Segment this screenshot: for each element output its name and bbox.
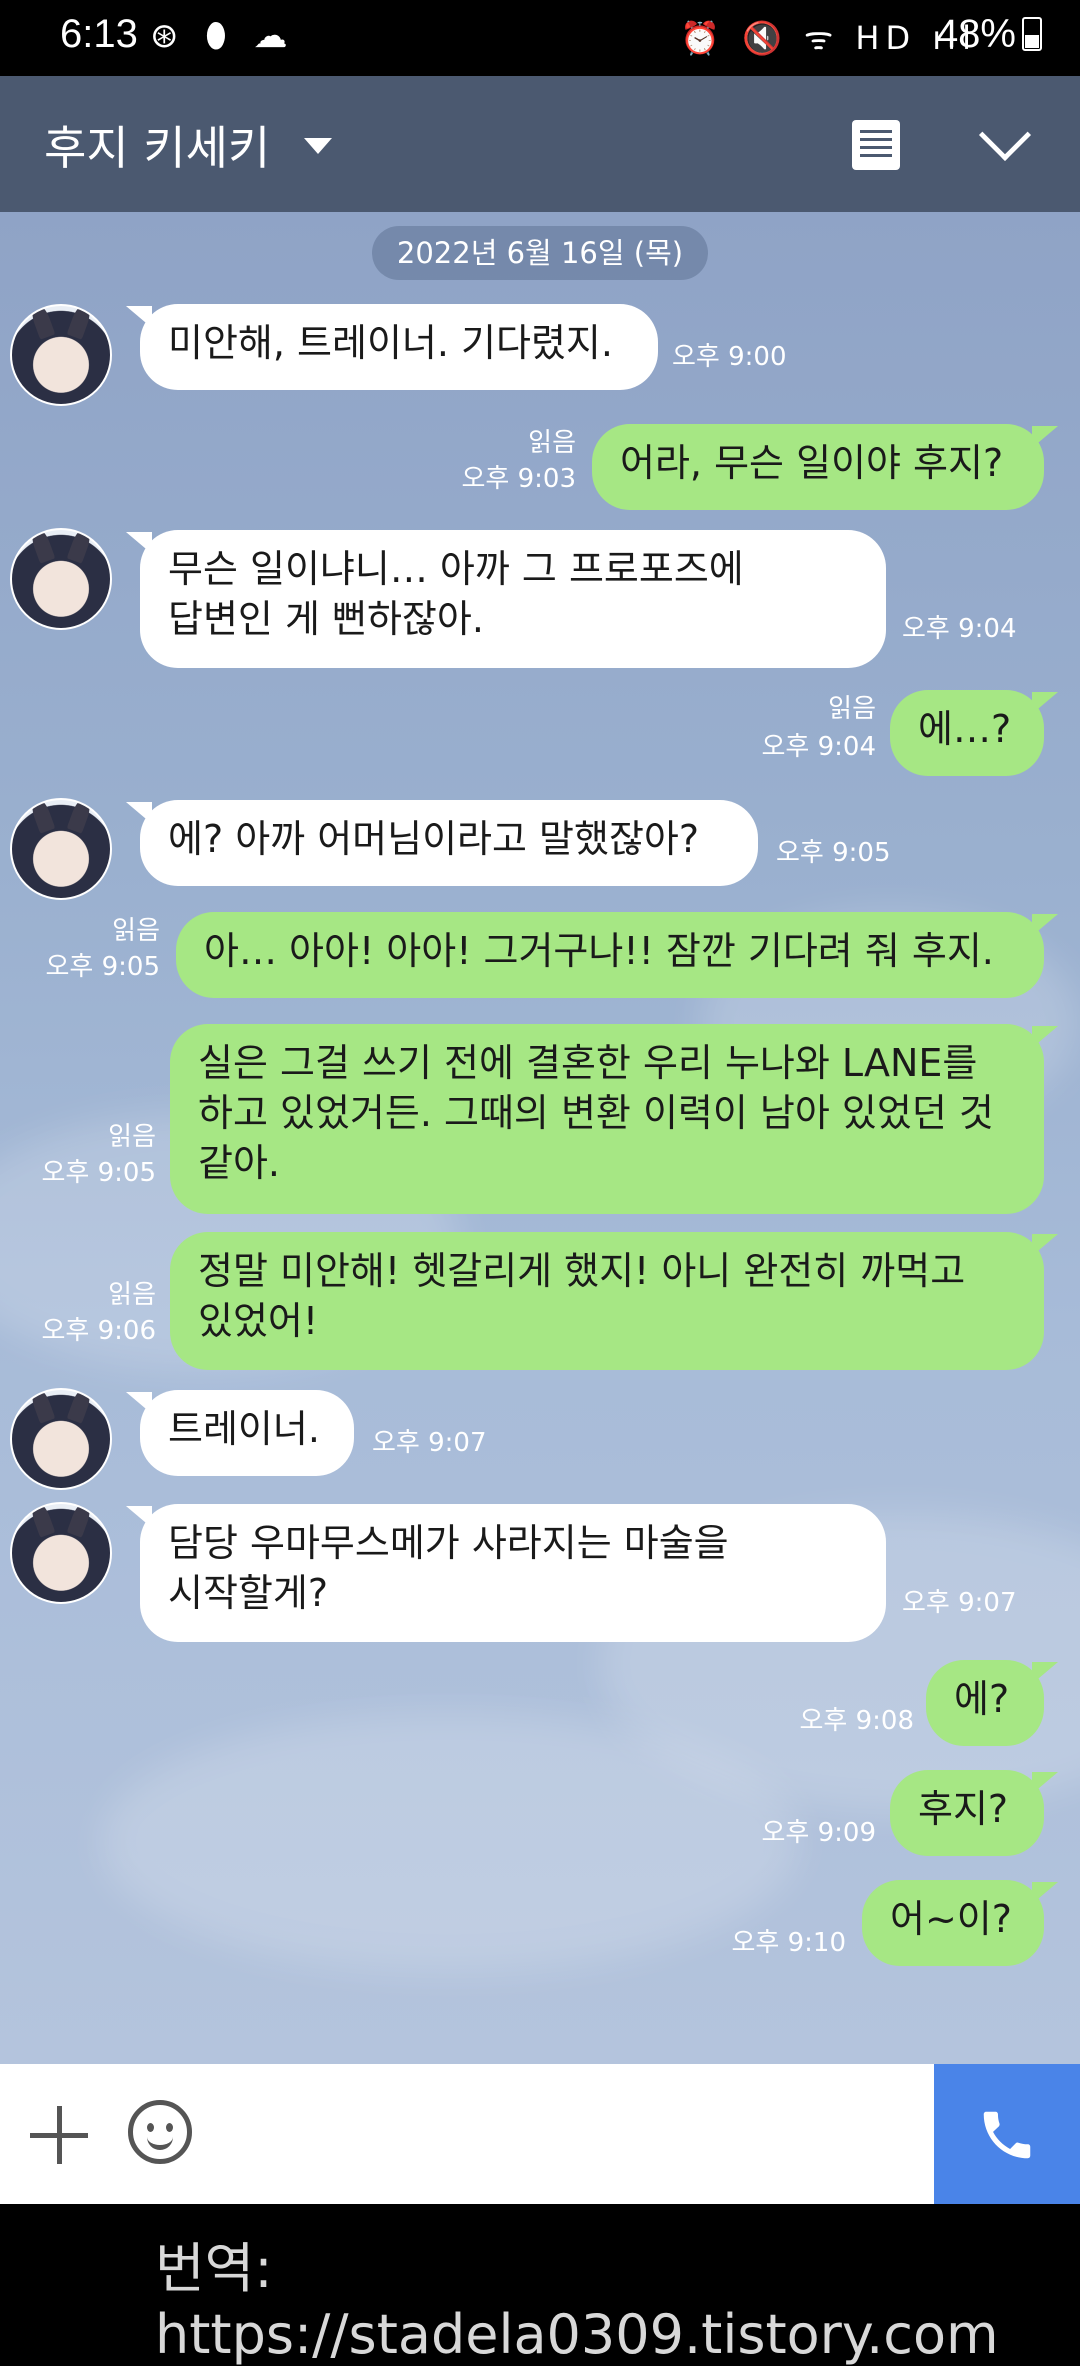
status-bar: 6:13 ⊛ ⬮ ☁ ⏰ 🔇 ᯤ HD ıll 48% — [0, 0, 1080, 76]
message-bubble-in[interactable]: 에? 아까 어머님이라고 말했잖아? — [126, 800, 758, 886]
message-line: 있었어! — [198, 1299, 319, 1343]
read-receipt: 읽음 — [528, 428, 576, 458]
emoji-icon[interactable] — [128, 2100, 192, 2164]
battery-percent: 48% — [935, 12, 1016, 56]
message-bubble-out[interactable]: 어~이? — [862, 1880, 1058, 1966]
message-time: 오후 9:05 — [776, 838, 891, 868]
chat-title[interactable]: 후지 키세키 — [44, 112, 270, 178]
message-line: 답변인 게 뻔하잖아. — [168, 597, 484, 641]
phone-icon — [983, 2111, 1031, 2159]
message-time: 오후 9:09 — [761, 1818, 877, 1848]
message-time: 오후 9:00 — [672, 342, 787, 372]
message-bubble-in[interactable]: 담당 우마무스메가 사라지는 마술을 시작할게? — [126, 1504, 886, 1642]
title-dropdown-icon[interactable] — [304, 138, 332, 154]
status-time: 6:13 — [60, 12, 138, 56]
avatar[interactable] — [10, 528, 112, 630]
message-time: 오후 9:07 — [372, 1428, 487, 1458]
message-bubble-in[interactable]: 미안해, 트레이너. 기다렸지. — [126, 304, 658, 390]
message-line: 정말 미안해! 헷갈리게 했지! 아니 완전히 까먹고 — [198, 1249, 966, 1293]
read-receipt: 읽음 — [108, 1122, 156, 1152]
read-receipt: 읽음 — [112, 916, 160, 946]
chat-area[interactable]: 2022년 6월 16일 (목) 미안해, 트레이너. 기다렸지. 오후 9:0… — [0, 212, 1080, 2064]
message-time: 오후 9:07 — [902, 1588, 1017, 1618]
translation-watermark: 번역: https://stadela0309.tistory.com — [155, 2237, 999, 2366]
message-time: 오후 9:03 — [461, 464, 577, 494]
plus-icon[interactable] — [30, 2106, 88, 2164]
message-bubble-out[interactable]: 에? — [926, 1660, 1058, 1746]
message-bubble-out[interactable]: 실은 그걸 쓰기 전에 결혼한 우리 누나와 LANE를 하고 있었거든. 그때… — [170, 1024, 1058, 1214]
message-bubble-out[interactable]: 에…? — [890, 690, 1058, 776]
message-input-bar[interactable] — [0, 2064, 1080, 2204]
chat-header: 후지 키세키 — [0, 76, 1080, 212]
read-receipt: 읽음 — [108, 1280, 156, 1310]
battery-indicator: 48% — [936, 12, 1042, 57]
date-separator: 2022년 6월 16일 (목) — [372, 226, 708, 280]
message-time: 오후 9:04 — [902, 614, 1017, 644]
message-line: 담당 우마무스메가 사라지는 마술을 — [168, 1521, 729, 1565]
message-time: 오후 9:04 — [761, 732, 877, 762]
message-bubble-out[interactable]: 아… 아아! 아아! 그거구나!! 잠깐 기다려 줘 후지. — [176, 912, 1058, 998]
message-line: 하고 있었거든. 그때의 변환 이력이 남아 있었던 것 — [198, 1091, 994, 1135]
avatar[interactable] — [10, 1388, 112, 1490]
avatar[interactable] — [10, 798, 112, 900]
message-line: 실은 그걸 쓰기 전에 결혼한 우리 누나와 LANE를 — [198, 1041, 978, 1085]
message-time: 오후 9:05 — [45, 952, 161, 982]
message-time: 오후 9:10 — [731, 1928, 847, 1958]
read-receipt: 읽음 — [828, 694, 876, 724]
message-bubble-in[interactable]: 트레이너. — [126, 1390, 354, 1476]
call-button[interactable] — [934, 2064, 1080, 2204]
status-notification-icons: ⊛ ⬮ ☁ — [150, 16, 296, 56]
message-bubble-out[interactable]: 어라, 무슨 일이야 후지? — [592, 424, 1058, 510]
message-bubble-out[interactable]: 후지? — [890, 1770, 1058, 1856]
battery-icon — [1022, 17, 1042, 51]
document-list-icon[interactable] — [852, 120, 902, 172]
message-bubble-in[interactable]: 무슨 일이냐니… 아까 그 프로포즈에 답변인 게 뻔하잖아. — [126, 530, 886, 668]
message-time: 오후 9:05 — [41, 1158, 157, 1188]
message-line: 시작할게? — [168, 1571, 329, 1615]
chevron-down-icon[interactable] — [978, 108, 1032, 162]
message-time: 오후 9:06 — [41, 1316, 157, 1346]
avatar[interactable] — [10, 304, 112, 406]
message-line: 같아. — [198, 1141, 280, 1185]
status-system-icons: ⏰ 🔇 ᯤ HD ıll — [680, 19, 977, 57]
message-line: 무슨 일이냐니… 아까 그 프로포즈에 — [168, 547, 744, 591]
message-bubble-out[interactable]: 정말 미안해! 헷갈리게 했지! 아니 완전히 까먹고 있었어! — [170, 1232, 1058, 1370]
navigation-bar: 번역: https://stadela0309.tistory.com — [0, 2204, 1080, 2366]
message-time: 오후 9:08 — [799, 1706, 915, 1736]
avatar[interactable] — [10, 1502, 112, 1604]
